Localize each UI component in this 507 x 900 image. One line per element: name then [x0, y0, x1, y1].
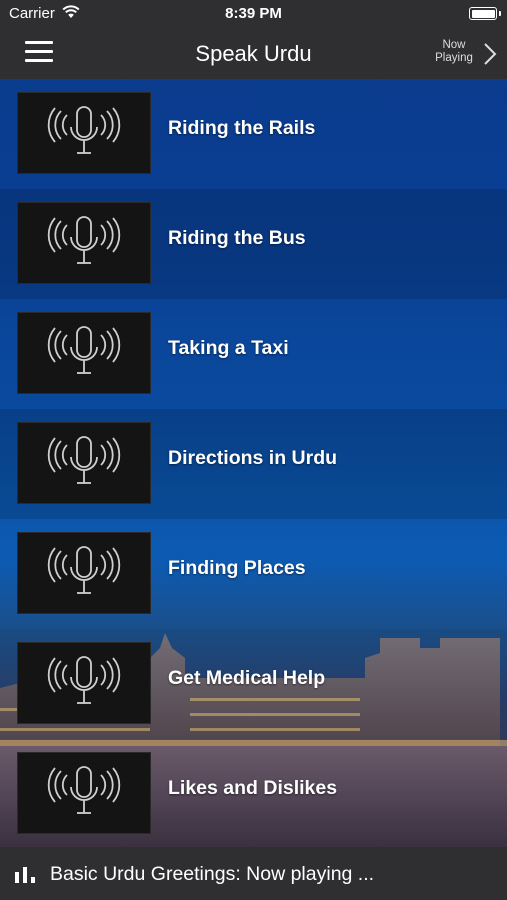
- chevron-right-icon: [484, 43, 497, 65]
- now-playing-label-line2: Playing: [435, 52, 473, 64]
- status-bar: Carrier 8:39 PM: [0, 0, 507, 28]
- microphone-icon: [47, 436, 121, 484]
- equalizer-icon: [15, 867, 35, 883]
- lesson-title: Taking a Taxi: [168, 337, 289, 359]
- list-item[interactable]: Likes and Dislikes: [0, 739, 507, 849]
- navigation-bar: Speak Urdu Now Playing: [0, 28, 507, 79]
- lesson-thumbnail: [17, 92, 151, 174]
- mini-player-bar[interactable]: Basic Urdu Greetings: Now playing ...: [0, 847, 507, 900]
- lesson-thumbnail: [17, 642, 151, 724]
- lesson-title: Directions in Urdu: [168, 447, 338, 469]
- lesson-title: Riding the Rails: [168, 117, 316, 139]
- list-item[interactable]: Finding Places: [0, 519, 507, 629]
- list-item[interactable]: Taking a Taxi: [0, 299, 507, 409]
- lesson-thumbnail: [17, 422, 151, 504]
- microphone-icon: [47, 216, 121, 264]
- lesson-title: Riding the Bus: [168, 227, 306, 249]
- list-item[interactable]: Riding the Bus: [0, 189, 507, 299]
- list-item[interactable]: Get Medical Help: [0, 629, 507, 739]
- microphone-icon: [47, 326, 121, 374]
- microphone-icon: [47, 546, 121, 594]
- microphone-icon: [47, 766, 121, 814]
- microphone-icon: [47, 656, 121, 704]
- now-playing-text: Basic Urdu Greetings: Now playing ...: [50, 863, 375, 885]
- lesson-thumbnail: [17, 202, 151, 284]
- clock: 8:39 PM: [225, 5, 282, 22]
- now-playing-button[interactable]: Now Playing: [425, 37, 497, 71]
- lesson-title: Get Medical Help: [168, 667, 326, 689]
- now-playing-label-line1: Now: [442, 39, 466, 51]
- list-item[interactable]: Riding the Rails: [0, 79, 507, 189]
- lesson-title: Likes and Dislikes: [168, 777, 338, 799]
- lesson-title: Finding Places: [168, 557, 306, 579]
- microphone-icon: [47, 106, 121, 154]
- lesson-thumbnail: [17, 752, 151, 834]
- lesson-list: Riding the Rails Riding the Bus Taking a…: [0, 79, 507, 849]
- list-item[interactable]: Directions in Urdu: [0, 409, 507, 519]
- battery-icon: [469, 7, 501, 20]
- lesson-thumbnail: [17, 532, 151, 614]
- lesson-thumbnail: [17, 312, 151, 394]
